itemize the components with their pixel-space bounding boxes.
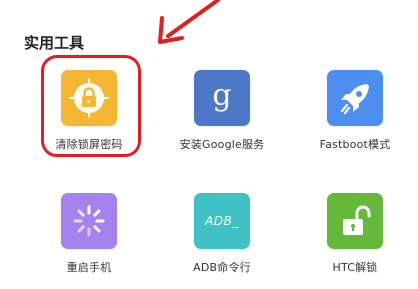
reboot-icon-box (61, 193, 117, 249)
fastboot-icon-box (327, 70, 383, 126)
rocket-icon (340, 84, 369, 115)
tool-label: 安装Google服务 (179, 138, 265, 151)
unlocked-padlock-icon (343, 205, 371, 235)
tool-clear-lock-password[interactable]: 清除锁屏密码 (24, 70, 154, 180)
adb-icon-box: ADB_ (194, 193, 250, 249)
tool-install-google-services[interactable]: g 安装Google服务 (157, 70, 287, 180)
tool-label: HTC解锁 (332, 261, 378, 274)
google-icon-box: g (194, 70, 250, 126)
clear-lock-icon-box (61, 70, 117, 126)
htc-unlock-icon-box (327, 193, 383, 249)
loading-spinner-icon (73, 205, 105, 237)
tool-adb-command-line[interactable]: ADB_ ADB命令行 (157, 193, 287, 289)
section-title: 实用工具 (24, 34, 85, 52)
tool-reboot-phone[interactable]: 重启手机 (24, 193, 154, 289)
lock-circle-icon (69, 78, 109, 118)
tool-label: 重启手机 (66, 261, 112, 274)
tools-panel: 实用工具 清除锁屏密码 g 安装Google服务 Fastboot模式 重启手机… (0, 0, 418, 289)
tool-label: Fastboot模式 (319, 138, 391, 151)
adb-terminal-icon: ADB_ (205, 214, 239, 228)
tool-label: 清除锁屏密码 (55, 138, 123, 151)
tool-htc-unlock[interactable]: HTC解锁 (290, 193, 418, 289)
annotation-arrow (158, 0, 220, 44)
google-g-icon: g (212, 78, 232, 113)
tool-fastboot-mode[interactable]: Fastboot模式 (290, 70, 418, 180)
tool-label: ADB命令行 (193, 261, 251, 274)
